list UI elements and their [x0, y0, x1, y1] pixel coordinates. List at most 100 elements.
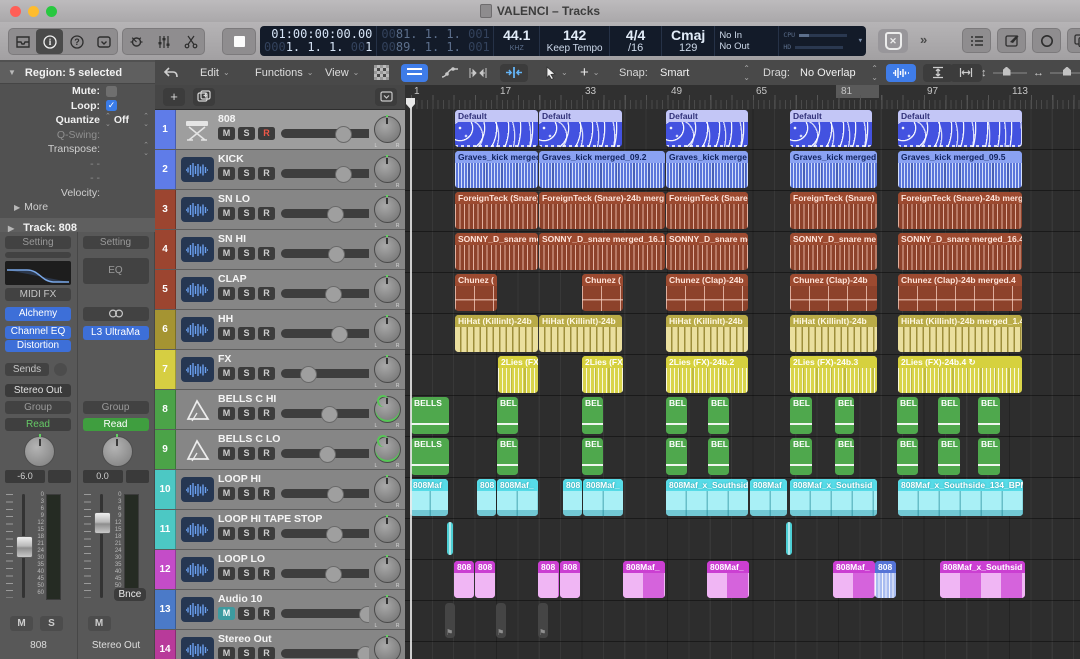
output-button[interactable]: Stereo Out — [5, 384, 71, 397]
loop-browser-icon[interactable] — [1032, 28, 1061, 53]
region-graves-kick-merged[interactable]: Graves_kick merged — [790, 151, 877, 188]
sends-button[interactable]: Sends — [5, 363, 49, 376]
lcd-key[interactable]: Cmaj 129 — [662, 26, 715, 56]
track-header-options-icon[interactable] — [375, 88, 397, 106]
region-hihat-killinit-24b[interactable]: HiHat (KillinIt)-24b — [666, 315, 748, 352]
track-record-button[interactable]: R — [258, 527, 275, 540]
peak-readout[interactable] — [126, 470, 149, 483]
track-mute-button[interactable]: M — [218, 647, 235, 659]
playhead[interactable] — [410, 98, 412, 659]
track-mute-button[interactable]: M — [218, 607, 235, 620]
volume-fader[interactable]: 03691215182124303540455060 — [6, 494, 72, 598]
strip-mute-button[interactable]: M — [88, 616, 111, 631]
track-name[interactable]: Audio 10 — [218, 593, 369, 605]
region-chunez-clap-24b[interactable]: Chunez (Clap)-24b — [790, 274, 877, 311]
track-header-bells-c-hi[interactable]: 8BELLS C HIMSRLR — [155, 390, 405, 430]
region-default[interactable]: Default — [790, 110, 872, 147]
track-pan-knob[interactable] — [374, 276, 401, 303]
track-pan-knob[interactable] — [374, 636, 401, 659]
automation-mode-button[interactable]: Read — [5, 418, 71, 431]
track-volume-slider[interactable] — [281, 529, 369, 538]
region-bells[interactable]: BELLS — [411, 397, 449, 434]
region-808maf[interactable]: 808Maf — [410, 479, 448, 516]
track-mute-button[interactable]: M — [218, 527, 235, 540]
track-number[interactable]: 4 — [155, 230, 176, 269]
region-graves-kick-merged[interactable]: Graves_kick merged — [455, 151, 538, 188]
region-default[interactable]: Default — [898, 110, 1022, 147]
track-volume-slider[interactable] — [281, 609, 369, 618]
track-record-button[interactable]: R — [258, 127, 275, 140]
strip-solo-button[interactable]: S — [40, 616, 63, 631]
slider-thumb[interactable] — [328, 246, 345, 263]
track-name[interactable]: BELLS C HI — [218, 393, 369, 405]
quantize-stepper-icon[interactable]: ⌃⌄ — [143, 112, 149, 128]
track-mute-button[interactable]: M — [218, 447, 235, 460]
region-808maf-[interactable]: 808Maf_ — [833, 561, 875, 598]
quantize-row[interactable]: Quantize ⌃⌄ Off ⌃⌄ — [0, 113, 155, 128]
region-bel[interactable]: BEL — [582, 397, 603, 434]
audio-fx-slot[interactable]: Distortion — [5, 340, 71, 353]
region-graves-kick-merged-09-5[interactable]: Graves_kick merged_09.5 — [898, 151, 1022, 188]
track-header-kick[interactable]: 2KICKMSRLR — [155, 150, 405, 190]
track-volume-slider[interactable] — [281, 169, 369, 178]
drag-menu[interactable]: No Overlap⌃⌄ — [800, 60, 878, 85]
track-solo-button[interactable]: S — [238, 287, 255, 300]
lcd-mode-chevron-icon[interactable]: ▾ — [855, 36, 866, 46]
track-lane-4[interactable]: SONNY_D_snare meSONNY_D_snare merged_16.… — [405, 232, 1080, 273]
automation-mode-button[interactable]: Read — [83, 418, 149, 431]
track-record-button[interactable]: R — [258, 287, 275, 300]
track-pan-knob[interactable] — [374, 236, 401, 263]
bounce-button[interactable]: Bnce — [114, 588, 147, 601]
track-volume-slider[interactable] — [281, 409, 369, 418]
track-number[interactable]: 10 — [155, 470, 176, 509]
track-volume-slider[interactable] — [281, 329, 369, 338]
track-record-button[interactable]: R — [258, 647, 275, 659]
region-graves-kick-merge[interactable]: Graves_kick merge — [666, 151, 748, 188]
region-chunez-[interactable]: Chunez ( — [582, 274, 623, 311]
setting-button[interactable]: Setting — [83, 236, 149, 249]
snap-menu[interactable]: Smart⌃⌄ — [660, 60, 750, 85]
track-volume-slider[interactable] — [281, 209, 369, 218]
region-chunez-[interactable]: Chunez ( — [455, 274, 497, 311]
track-solo-button[interactable]: S — [238, 127, 255, 140]
track-header-audio-10[interactable]: 13Audio 10MSRLR — [155, 590, 405, 630]
volume-readout[interactable]: 0.0 — [83, 470, 123, 483]
slider-thumb[interactable] — [327, 206, 344, 223]
list-editors-icon[interactable] — [962, 28, 991, 53]
track-lane-2[interactable]: Graves_kick mergedGraves_kick merged_09.… — [405, 150, 1080, 191]
track-record-button[interactable]: R — [258, 367, 275, 380]
horizontal-zoom-slider[interactable]: ↔ — [1033, 60, 1080, 85]
track-record-button[interactable]: R — [258, 407, 275, 420]
region-bel[interactable]: BEL — [978, 397, 1000, 434]
pan-knob[interactable] — [24, 436, 55, 467]
audio-fx-slot[interactable]: L3 UltraMa — [83, 326, 149, 340]
region-graves-kick-merged-09-2[interactable]: Graves_kick merged_09.2 — [539, 151, 665, 188]
track-record-button[interactable]: R — [258, 567, 275, 580]
track-mute-button[interactable]: M — [218, 287, 235, 300]
region-808[interactable]: 808 — [875, 561, 896, 598]
slider-thumb[interactable] — [359, 606, 369, 623]
mixer-icon[interactable] — [150, 29, 177, 54]
edit-menu[interactable]: Edit⌄ — [200, 60, 230, 85]
track-header-hh[interactable]: 6HHMSRLR — [155, 310, 405, 350]
lcd-locators[interactable]: 0081. 1. 1. 001 0089. 1. 1. 001 — [377, 26, 494, 56]
track-pan-knob[interactable] — [374, 156, 401, 183]
track-number[interactable]: 3 — [155, 190, 176, 229]
track-name[interactable]: Stereo Out — [218, 633, 369, 645]
region-sonny-d-snare-me[interactable]: SONNY_D_snare me — [790, 233, 877, 270]
track-name[interactable]: CLAP — [218, 273, 369, 285]
track-solo-button[interactable]: S — [238, 207, 255, 220]
track-solo-button[interactable]: S — [238, 367, 255, 380]
region-808[interactable]: 808 — [475, 561, 495, 598]
region-foreignteck-snare-24b-merg[interactable]: ForeignTeck (Snare)-24b merg — [898, 192, 1022, 229]
duplicate-track-button[interactable] — [193, 88, 215, 106]
eq-slot[interactable]: EQ — [83, 258, 149, 284]
track-record-button[interactable]: R — [258, 327, 275, 340]
region-808[interactable]: 808 — [563, 479, 582, 516]
region-bel[interactable]: BEL — [708, 397, 729, 434]
track-record-button[interactable]: R — [258, 247, 275, 260]
region-2lies-fx-24b-3[interactable]: 2Lies (FX)-24b.3 — [790, 356, 877, 393]
track-number[interactable]: 1 — [155, 110, 176, 149]
region-inspector-header[interactable]: ▼ Region: 5 selected — [0, 62, 155, 84]
region-bel[interactable]: BEL — [897, 397, 918, 434]
